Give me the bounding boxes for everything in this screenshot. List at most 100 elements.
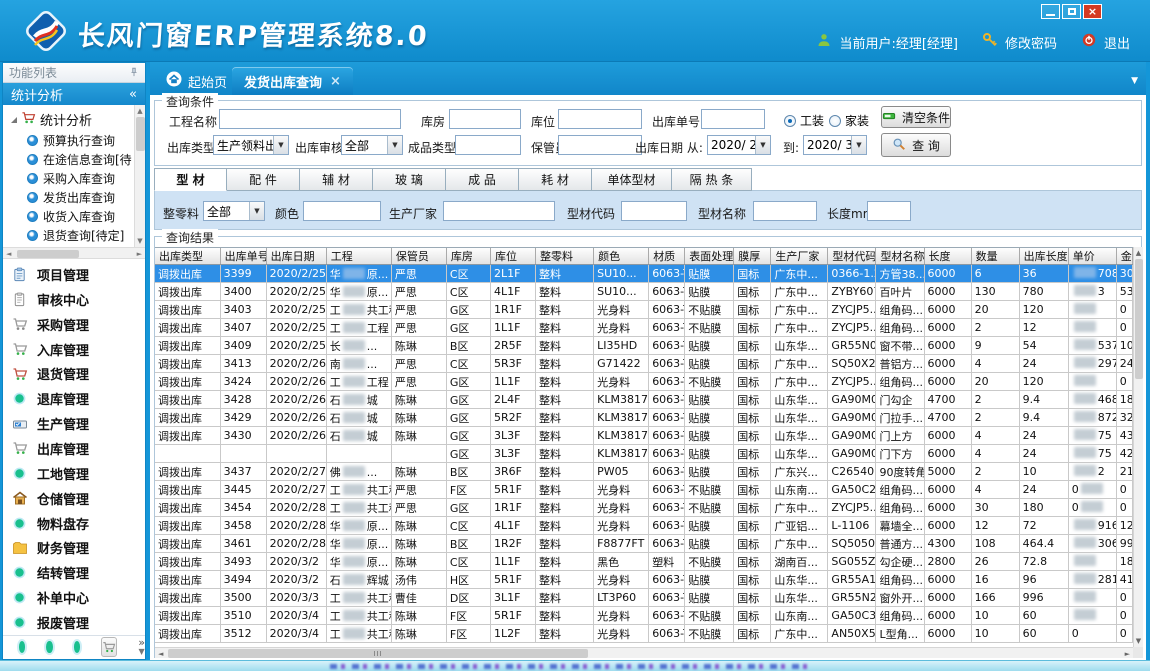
column-header[interactable]: 出库日期 — [266, 248, 326, 265]
sidebar-item-仓储管理[interactable]: 仓储管理 — [11, 486, 145, 511]
clear-conditions-button[interactable]: 清空条件 — [881, 106, 951, 128]
close-button[interactable]: × — [1083, 4, 1102, 19]
scroll-right-icon[interactable]: ► — [1125, 650, 1130, 658]
sidebar-item-生产管理[interactable]: 生产管理 — [11, 411, 145, 436]
column-header[interactable]: 表面处理 — [685, 248, 734, 265]
sidebar-item-采购管理[interactable]: 采购管理 — [11, 312, 145, 337]
column-header[interactable]: 库房 — [446, 248, 490, 265]
column-header[interactable]: 长度 — [924, 248, 971, 265]
logout-button[interactable]: 退出 — [1104, 33, 1130, 52]
sidebar-item-工地管理[interactable]: 工地管理 — [11, 461, 145, 486]
warehouse-input[interactable] — [449, 109, 521, 129]
minimize-button[interactable] — [1041, 4, 1060, 19]
column-header[interactable]: 型材代码 — [828, 248, 876, 265]
more-modules-button[interactable]: »▼ — [138, 639, 145, 654]
sidebar-item-入库管理[interactable]: 入库管理 — [11, 337, 145, 362]
scroll-right-icon[interactable]: ► — [137, 250, 142, 258]
tab-list-dropdown-icon[interactable]: ▼ — [1131, 76, 1138, 86]
sidebar-item-物料盘存[interactable]: 物料盘存 — [11, 511, 145, 536]
product-type-input[interactable] — [455, 135, 521, 155]
material-tab-成品[interactable]: 成 品 — [446, 168, 519, 191]
tree-item[interactable]: 在途信息查询[待 — [3, 150, 145, 169]
length-input[interactable] — [867, 201, 911, 221]
location-input[interactable] — [558, 109, 642, 129]
sidebar-section-header[interactable]: 统计分析 « — [3, 83, 145, 105]
column-header[interactable]: 生产厂家 — [771, 248, 828, 265]
table-row[interactable]: 调拨出库34092020/2/25长...陈琳B区2R5F整料LI35HD606… — [155, 337, 1133, 355]
table-row[interactable]: G区3L3F整料KLM38176063-T5贴膜国标山东华...GA90M09.… — [155, 445, 1133, 463]
tab-close-icon[interactable]: × — [330, 74, 341, 89]
table-row[interactable]: 调拨出库35002020/3/3工共工程曹佳D区3L1F整料LT3P606063… — [155, 589, 1133, 607]
project-name-input[interactable] — [219, 109, 401, 129]
sidebar-item-财务管理[interactable]: 财务管理 — [11, 535, 145, 560]
table-row[interactable]: 调拨出库34932020/3/2华原...陈琳C区1L1F整料黑色塑料不贴膜国标… — [155, 553, 1133, 571]
color-input[interactable] — [303, 201, 381, 221]
column-header[interactable]: 出库单号 — [220, 248, 266, 265]
manufacturer-input[interactable] — [443, 201, 555, 221]
order-no-input[interactable] — [701, 109, 765, 129]
sidebar-item-退货管理[interactable]: 退货管理 — [11, 361, 145, 386]
module-dot-icon[interactable] — [46, 641, 52, 653]
material-tab-配件[interactable]: 配 件 — [227, 168, 300, 191]
scroll-down-icon[interactable]: ▼ — [135, 237, 145, 245]
tree-vertical-scrollbar[interactable]: ▲ ▼ — [134, 105, 145, 247]
pin-icon[interactable] — [129, 66, 139, 80]
table-row[interactable]: 调拨出库34072020/2/25工工程严思G区1L1F整料光身料6063-T5… — [155, 319, 1133, 337]
date-from-picker[interactable]: 2020/ 2/16▼ — [707, 135, 771, 155]
sidebar-item-出库管理[interactable]: 出库管理 — [11, 436, 145, 461]
table-row[interactable]: 调拨出库35122020/3/4工共工程陈琳F区1L2F整料光身料6063-T5… — [155, 625, 1133, 643]
column-header[interactable]: 材质 — [649, 248, 685, 265]
column-header[interactable]: 工程 — [326, 248, 391, 265]
tree-item[interactable]: 采购入库查询 — [3, 169, 145, 188]
scrollbar-thumb[interactable] — [17, 250, 79, 258]
column-header[interactable]: 金额 — [1116, 248, 1132, 265]
profile-name-input[interactable] — [753, 201, 817, 221]
material-tab-隔热条[interactable]: 隔 热 条 — [672, 168, 752, 191]
table-row[interactable]: 调拨出库34582020/2/28华原...陈琳C区4L1F整料光身料6063-… — [155, 517, 1133, 535]
date-to-picker[interactable]: 2020/ 3/16▼ — [803, 135, 867, 155]
table-row[interactable]: 调拨出库34032020/2/25工共工程严思G区1R1F整料光身料6063-T… — [155, 301, 1133, 319]
material-tab-耗材[interactable]: 耗 材 — [519, 168, 592, 191]
table-row[interactable]: 调拨出库34452020/2/27工共工程严思F区5R1F整料光身料6063-T… — [155, 481, 1133, 499]
column-header[interactable]: 库位 — [490, 248, 535, 265]
tree-horizontal-scrollbar[interactable]: ◄ ► — [3, 247, 145, 259]
column-header[interactable]: 颜色 — [594, 248, 649, 265]
whole-part-select[interactable]: 全部▼ — [203, 201, 265, 221]
table-row[interactable]: 调拨出库34242020/2/26工工程严思G区1L1F整料光身料6063-T5… — [155, 373, 1133, 391]
scroll-left-icon[interactable]: ◄ — [6, 250, 11, 258]
sidebar-item-审核中心[interactable]: 审核中心 — [11, 287, 145, 312]
module-dot-icon[interactable] — [74, 641, 80, 653]
table-row[interactable]: 调拨出库34612020/2/28华原...陈琳B区1R2F整料F8877FT6… — [155, 535, 1133, 553]
tree-item[interactable]: 收货入库查询 — [3, 207, 145, 226]
sidebar-item-项目管理[interactable]: 项目管理 — [11, 262, 145, 287]
scrollbar-thumb[interactable] — [168, 649, 588, 658]
table-row[interactable]: 调拨出库34292020/2/26石城陈琳G区5R2F整料KLM38176063… — [155, 409, 1133, 427]
tree-item[interactable]: 发货出库查询 — [3, 188, 145, 207]
scrollbar-thumb[interactable] — [1135, 259, 1143, 379]
table-row[interactable]: 调拨出库34002020/2/25华原...严思C区4L1F整料SU10...6… — [155, 283, 1133, 301]
material-tab-辅材[interactable]: 辅 材 — [300, 168, 373, 191]
sidebar-item-报废管理[interactable]: 报废管理 — [11, 610, 145, 635]
column-header[interactable]: 膜厚 — [734, 248, 771, 265]
sidebar-item-退库管理[interactable]: 退库管理 — [11, 386, 145, 411]
column-header[interactable]: 保管员 — [391, 248, 446, 265]
radio-gongzhuang[interactable]: 工装 — [784, 112, 824, 129]
tree-root[interactable]: 统计分析 — [3, 105, 145, 131]
material-tab-型材[interactable]: 型 材 — [154, 168, 227, 191]
grid-vertical-scrollbar[interactable]: ▲ ▼ — [1133, 247, 1143, 647]
search-button[interactable]: 查 询 — [881, 133, 951, 157]
scroll-down-icon[interactable]: ▼ — [1134, 637, 1143, 645]
cart-module-button[interactable] — [101, 637, 117, 657]
sidebar-item-补单中心[interactable]: 补单中心 — [11, 585, 145, 610]
tree-item[interactable]: 预算执行查询 — [3, 131, 145, 150]
maximize-button[interactable] — [1062, 4, 1081, 19]
table-row[interactable]: 调拨出库34372020/2/27佛...陈琳B区3R6F整料PW056063-… — [155, 463, 1133, 481]
table-row[interactable]: 调拨出库34302020/2/26石城陈琳G区3L3F整料KLM38176063… — [155, 427, 1133, 445]
table-row[interactable]: 调拨出库34282020/2/26石城陈琳G区2L4F整料KLM38176063… — [155, 391, 1133, 409]
table-row[interactable]: 调拨出库34132020/2/26南...严思C区5R3F整料G71422606… — [155, 355, 1133, 373]
column-header[interactable]: 出库长度 — [1019, 248, 1068, 265]
tab-shipping-outbound-query[interactable]: 发货出库查询 × — [232, 67, 353, 95]
radio-jiazhuang[interactable]: 家装 — [829, 112, 869, 129]
column-header[interactable]: 单价 — [1068, 248, 1116, 265]
collapse-icon[interactable]: « — [129, 87, 137, 102]
